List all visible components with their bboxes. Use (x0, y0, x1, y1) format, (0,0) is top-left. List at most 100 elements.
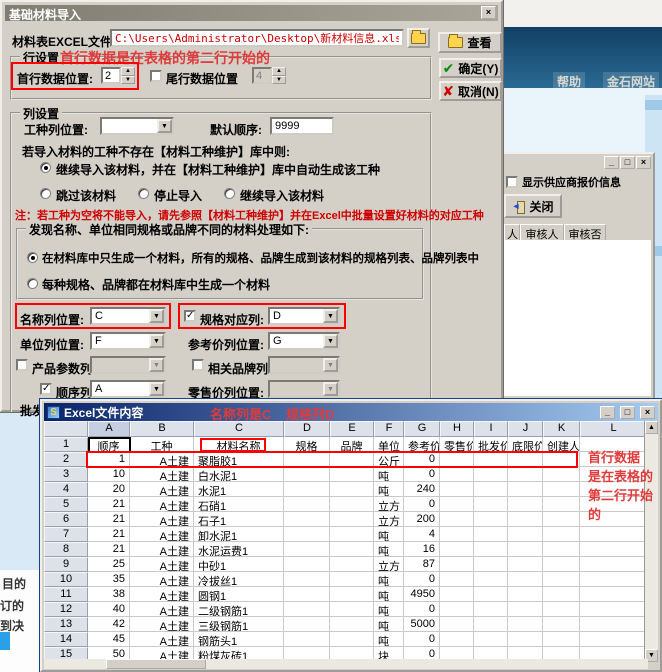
table-cell[interactable]: 吨 (374, 632, 404, 647)
table-cell[interactable] (284, 557, 330, 572)
table-cell[interactable]: 批发价 (474, 437, 508, 452)
table-cell[interactable] (330, 527, 374, 542)
table-cell[interactable]: 水泥运费1 (194, 542, 284, 557)
close-icon[interactable]: × (636, 156, 651, 169)
table-cell[interactable]: A土建 (130, 527, 194, 542)
table-cell[interactable]: 工种 (130, 437, 194, 452)
radio-continue[interactable] (224, 188, 235, 199)
table-cell[interactable] (508, 542, 543, 557)
table-cell[interactable]: 吨 (374, 527, 404, 542)
table-cell[interactable] (580, 557, 647, 572)
table-cell[interactable]: 45 (88, 632, 130, 647)
table-cell[interactable] (580, 602, 647, 617)
order-col-checkbox[interactable]: ✓ (40, 383, 52, 395)
table-cell[interactable]: 品牌 (330, 437, 374, 452)
table-cell[interactable]: 白水泥1 (194, 467, 284, 482)
table-cell[interactable]: 200 (404, 512, 440, 527)
table-cell[interactable] (284, 467, 330, 482)
table-cell[interactable] (330, 482, 374, 497)
chevron-down-icon[interactable]: ▼ (149, 334, 164, 348)
horizontal-scrollbar[interactable] (44, 659, 648, 669)
table-cell[interactable] (474, 632, 508, 647)
grid-header-cell[interactable]: 10 (44, 572, 88, 587)
unit-col-dropdown[interactable]: F▼ (90, 332, 166, 350)
table-cell[interactable]: 21 (88, 542, 130, 557)
grid-header-cell[interactable]: B (130, 421, 194, 437)
table-cell[interactable]: 立方 (374, 557, 404, 572)
table-cell[interactable]: 吨 (374, 467, 404, 482)
table-cell[interactable] (330, 602, 374, 617)
table-cell[interactable]: 21 (88, 527, 130, 542)
grid-header-cell[interactable]: F (374, 421, 404, 437)
table-cell[interactable] (508, 632, 543, 647)
table-cell[interactable] (543, 572, 580, 587)
table-cell[interactable]: A土建 (130, 557, 194, 572)
table-cell[interactable]: A土建 (130, 602, 194, 617)
table-cell[interactable]: 聚脂胶1 (194, 452, 284, 467)
table-cell[interactable] (440, 467, 474, 482)
table-cell[interactable]: 圆钢1 (194, 587, 284, 602)
retail-col-dropdown[interactable]: ▼ (268, 380, 340, 398)
table-cell[interactable] (543, 467, 580, 482)
grid-header-cell[interactable]: 9 (44, 557, 88, 572)
table-cell[interactable]: 水泥1 (194, 482, 284, 497)
table-cell[interactable]: 10 (88, 467, 130, 482)
table-cell[interactable] (440, 512, 474, 527)
maximize-icon[interactable]: □ (620, 406, 635, 419)
table-cell[interactable]: 0 (404, 632, 440, 647)
table-cell[interactable] (474, 467, 508, 482)
table-cell[interactable] (284, 617, 330, 632)
table-cell[interactable] (543, 482, 580, 497)
table-cell[interactable]: A土建 (130, 572, 194, 587)
table-cell[interactable] (474, 497, 508, 512)
grid-header-cell[interactable]: 2 (44, 452, 88, 467)
grid-header-cell[interactable]: 13 (44, 617, 88, 632)
table-cell[interactable]: 吨 (374, 602, 404, 617)
table-cell[interactable] (508, 482, 543, 497)
chevron-down-icon[interactable]: ▼ (149, 309, 164, 323)
table-cell[interactable]: 冷拔丝1 (194, 572, 284, 587)
table-cell[interactable]: 三级钢筋1 (194, 617, 284, 632)
excel-titlebar[interactable]: S Excel文件内容 _ □ × (44, 403, 658, 421)
table-cell[interactable]: 吨 (374, 587, 404, 602)
table-cell[interactable] (330, 587, 374, 602)
table-cell[interactable] (474, 512, 508, 527)
table-cell[interactable] (474, 482, 508, 497)
table-cell[interactable] (284, 542, 330, 557)
default-order-input[interactable] (270, 117, 334, 135)
table-cell[interactable] (543, 452, 580, 467)
first-row-spinner[interactable]: ▲▼ (101, 67, 135, 84)
table-cell[interactable] (580, 587, 647, 602)
table-cell[interactable] (474, 557, 508, 572)
chevron-down-icon[interactable]: ▼ (323, 334, 338, 348)
table-cell[interactable] (440, 587, 474, 602)
view-button[interactable]: 查看 (438, 32, 502, 53)
table-cell[interactable] (440, 497, 474, 512)
table-cell[interactable] (508, 527, 543, 542)
grid-header-cell[interactable]: 4 (44, 482, 88, 497)
maximize-icon[interactable]: □ (620, 156, 635, 169)
first-row-value[interactable] (101, 67, 121, 84)
table-cell[interactable] (284, 512, 330, 527)
radio-continue-create[interactable] (40, 162, 51, 173)
table-cell[interactable] (508, 572, 543, 587)
table-cell[interactable] (440, 527, 474, 542)
table-cell[interactable] (543, 632, 580, 647)
table-cell[interactable] (543, 602, 580, 617)
spin-up-icon[interactable]: ▲ (121, 67, 135, 76)
table-cell[interactable]: A土建 (130, 587, 194, 602)
table-cell[interactable]: 20 (88, 482, 130, 497)
table-cell[interactable]: 21 (88, 497, 130, 512)
table-cell[interactable] (543, 527, 580, 542)
spin-up-icon[interactable]: ▲ (272, 67, 286, 76)
table-cell[interactable] (440, 617, 474, 632)
table-cell[interactable]: 38 (88, 587, 130, 602)
table-cell[interactable] (508, 467, 543, 482)
table-cell[interactable]: 单位 (374, 437, 404, 452)
table-cell[interactable] (284, 572, 330, 587)
last-row-checkbox[interactable] (150, 70, 162, 82)
grid-header-cell[interactable]: 5 (44, 497, 88, 512)
table-cell[interactable]: 0 (404, 572, 440, 587)
chevron-down-icon[interactable]: ▼ (323, 309, 338, 323)
browse-button[interactable] (407, 28, 430, 48)
